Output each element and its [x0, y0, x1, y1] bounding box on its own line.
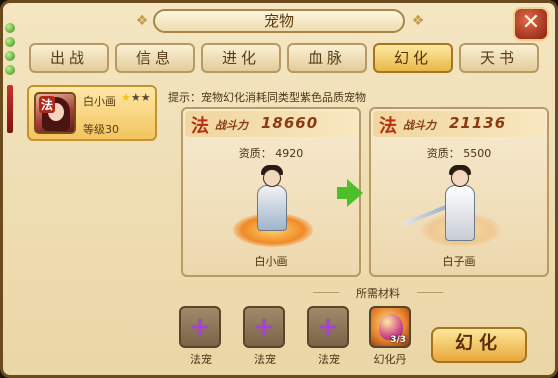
material-slot-label: 法宠 — [254, 353, 276, 366]
current-pet-header: 法 战斗力 18660 — [185, 111, 357, 137]
pet-model-image — [213, 161, 333, 253]
hint-text: 提示：宠物幻化消耗同类型紫色品质宠物 — [168, 91, 366, 104]
tab-heavenly-book[interactable]: 天书 — [459, 43, 539, 73]
item-count: 3/3 — [390, 335, 406, 345]
star-empty-icon: ★ — [140, 91, 151, 104]
add-icon: + — [189, 312, 211, 342]
mage-class-badge: 法 — [39, 96, 56, 113]
pet-model-image — [401, 161, 521, 253]
tab-bloodline[interactable]: 血脉 — [287, 43, 367, 73]
tab-evolve[interactable]: 进化 — [201, 43, 281, 73]
pet-level: 等级30 — [83, 123, 119, 136]
result-pet-header: 法 战斗力 21136 — [373, 111, 545, 137]
close-icon: ✕ — [521, 10, 541, 35]
mage-class-badge: 法 — [379, 116, 397, 137]
tab-transform[interactable]: 幻化 — [373, 43, 453, 73]
transform-button[interactable]: 幻化 — [431, 327, 527, 363]
add-icon: + — [317, 312, 339, 342]
tab-deploy[interactable]: 出战 — [29, 43, 109, 73]
combat-power-label: 战斗力 — [215, 119, 248, 132]
left-ornament — [3, 23, 17, 143]
title-ornament-right-icon: ❖ — [411, 13, 425, 29]
material-slot-label: 法宠 — [318, 353, 340, 366]
aptitude-value: 资质： 4920 — [238, 147, 304, 160]
jade-bead-icon — [5, 23, 15, 33]
combat-power-value: 21136 — [449, 114, 507, 132]
material-slot[interactable]: + — [179, 306, 221, 348]
tab-bar: 出战 信息 进化 血脉 幻化 天书 — [29, 43, 539, 73]
jade-bead-icon — [5, 51, 15, 61]
combat-power-label: 战斗力 — [403, 119, 436, 132]
close-button[interactable]: ✕ — [513, 7, 549, 41]
star-filled-icon: ★ — [121, 91, 131, 104]
title-ornament-left-icon: ❖ — [135, 13, 149, 29]
material-slot-label: 法宠 — [190, 353, 212, 366]
window-title: 宠物 — [153, 9, 405, 33]
pet-name-label: 白子画 — [442, 255, 476, 268]
combat-power-value: 18660 — [261, 114, 319, 132]
result-pet-card: 法 战斗力 21136 资质： 5500 白子画 — [369, 107, 549, 277]
jade-bead-icon — [5, 37, 15, 47]
material-slot-transform-pill[interactable]: 3/3 — [369, 306, 411, 348]
tassel-icon — [7, 85, 13, 133]
materials-title: 所需材料 — [313, 285, 443, 301]
star-rating: ★★★ — [121, 91, 151, 104]
material-slot[interactable]: + — [307, 306, 349, 348]
arrow-tip — [347, 179, 363, 207]
star-empty-icon: ★ — [130, 91, 141, 104]
jade-bead-icon — [5, 65, 15, 75]
pet-window: ❖ 宠物 ❖ ✕ 出战 信息 进化 血脉 幻化 天书 法 白小画 ★★★ 等级3… — [0, 0, 558, 378]
aptitude-value: 资质： 5500 — [426, 147, 492, 160]
pet-model-body — [445, 185, 475, 241]
add-icon: + — [253, 312, 275, 342]
pet-model-head — [451, 169, 469, 187]
mage-class-badge: 法 — [191, 116, 209, 137]
pet-name: 白小画 — [83, 95, 116, 108]
pet-list-item[interactable]: 法 白小画 ★★★ 等级30 — [27, 85, 157, 141]
arrow-right-icon — [337, 179, 363, 207]
current-pet-card: 法 战斗力 18660 资质： 4920 白小画 — [181, 107, 361, 277]
pet-model-body — [257, 185, 287, 231]
material-slot[interactable]: + — [243, 306, 285, 348]
tab-info[interactable]: 信息 — [115, 43, 195, 73]
pet-model-head — [263, 169, 281, 187]
material-slot-label: 幻化丹 — [373, 353, 407, 366]
pet-avatar: 法 — [34, 92, 76, 134]
pet-name-label: 白小画 — [254, 255, 288, 268]
